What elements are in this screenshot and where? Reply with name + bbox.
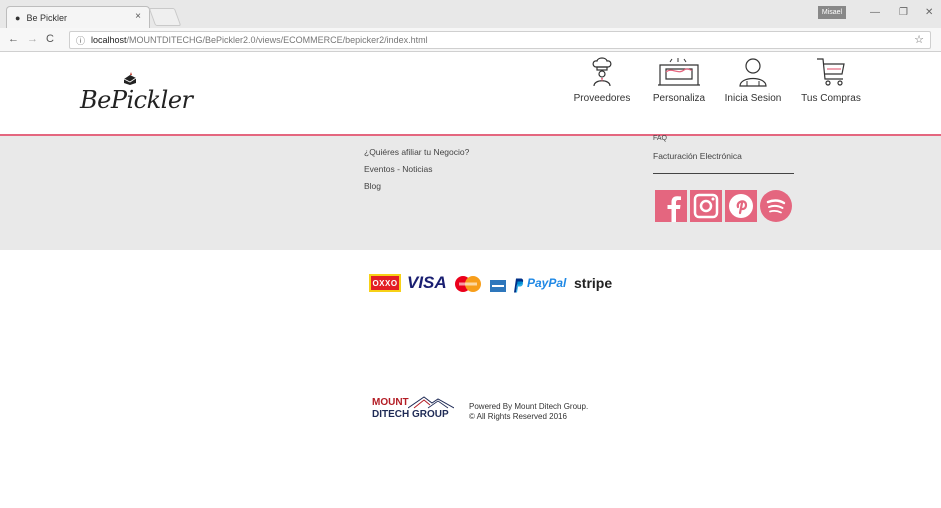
close-window-icon[interactable]: ✕ (925, 7, 933, 18)
new-tab-button[interactable] (148, 8, 182, 26)
back-icon[interactable]: ← (8, 33, 19, 45)
footer-link-eventos[interactable]: Eventos - Noticias (364, 164, 433, 174)
footer-divider (653, 173, 794, 174)
facebook-icon[interactable] (655, 190, 687, 222)
visa-logo: VISA (407, 273, 447, 292)
nav-label: Personaliza (652, 93, 706, 104)
reload-icon[interactable]: C (46, 33, 54, 45)
browser-tab-bar: ● Be Pickler × Misael — ❐ ✕ (0, 0, 941, 28)
browser-tab[interactable]: ● Be Pickler × (6, 6, 150, 28)
footer-link-blog[interactable]: Blog (364, 181, 381, 191)
instagram-icon[interactable] (690, 190, 722, 222)
profile-button[interactable]: Misael (818, 6, 846, 19)
mountain-icon (408, 396, 454, 409)
nav-tus-compras[interactable]: Tus Compras (800, 52, 862, 136)
paypal-text: PayPal (527, 276, 567, 290)
url-path: /MOUNTDITECHG/BePickler2.0/views/ECOMMER… (126, 35, 428, 45)
info-icon[interactable]: ⓘ (76, 34, 85, 47)
url-input[interactable]: ⓘ localhost /MOUNTDITECHG/BePickler2.0/v… (69, 31, 931, 49)
nav-label: Inicia Sesion (724, 93, 782, 104)
nav-label: Tus Compras (801, 93, 861, 104)
oxxo-logo: OXXO (369, 274, 401, 292)
minimize-icon[interactable]: — (870, 7, 880, 18)
company-line2: DITECH GROUP (372, 409, 449, 420)
amex-icon (490, 280, 506, 292)
user-icon (739, 58, 767, 87)
footer-link-facturacion[interactable]: Facturación Electrónica (653, 151, 742, 161)
nav-personaliza[interactable]: Personaliza (650, 52, 708, 136)
tab-close-icon[interactable]: × (135, 11, 141, 22)
paypal-icon (514, 278, 524, 293)
pinterest-icon[interactable] (725, 190, 757, 222)
bepickler-logo[interactable]: BePickler (80, 72, 193, 120)
footer-section: ¿Quiéres afiliar tu Negocio? Eventos - N… (0, 135, 941, 250)
credits-text: Powered By Mount Ditech Group. © All Rig… (469, 402, 588, 422)
forward-icon[interactable]: → (27, 33, 38, 45)
cake-favicon-icon: ● (15, 12, 21, 23)
rights-text: © All Rights Reserved 2016 (469, 412, 567, 421)
logo-cake-icon (123, 72, 137, 85)
paypal-logo: PayPal (527, 274, 566, 292)
powered-by-text: Powered By Mount Ditech Group. (469, 402, 589, 411)
nav-inicia-sesion[interactable]: Inicia Sesion (722, 52, 784, 136)
site-header: BePickler Proveedores Personaliza Inicia… (0, 52, 941, 136)
bookmark-star-icon[interactable]: ☆ (914, 33, 924, 46)
logo-text: BePickler (80, 86, 193, 114)
cart-icon (817, 58, 845, 86)
mastercard-icon (455, 276, 481, 292)
cake-icon (658, 58, 700, 86)
chef-icon (592, 57, 612, 87)
address-bar: ← → C ⓘ localhost /MOUNTDITECHG/BePickle… (0, 28, 941, 52)
mount-ditech-logo: MOUNT DITECH GROUP (372, 395, 458, 425)
restore-icon[interactable]: ❐ (899, 7, 908, 18)
nav-proveedores[interactable]: Proveedores (572, 52, 632, 136)
footer-link-afiliar[interactable]: ¿Quiéres afiliar tu Negocio? (364, 147, 469, 157)
footer-link-faq[interactable]: FAQ (653, 135, 667, 142)
url-host: localhost (91, 35, 127, 45)
nav-label: Proveedores (573, 93, 631, 104)
tab-title: Be Pickler (26, 12, 67, 23)
spotify-icon[interactable] (760, 190, 792, 222)
stripe-logo: stripe (574, 275, 613, 291)
company-line1: MOUNT (372, 397, 409, 408)
